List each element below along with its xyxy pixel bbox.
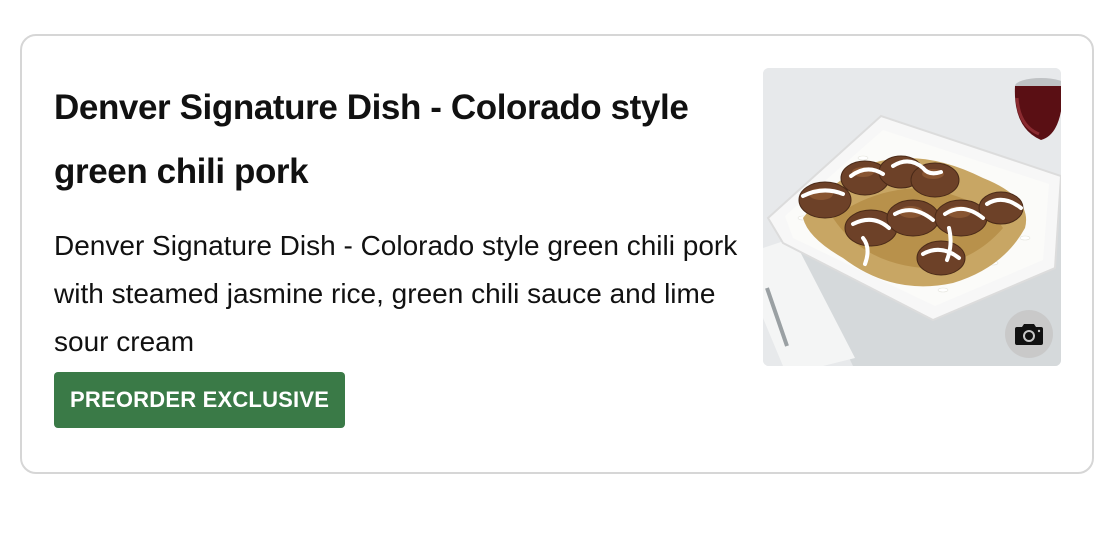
camera-icon [1015, 324, 1043, 345]
view-photos-button[interactable] [1005, 310, 1053, 358]
preorder-exclusive-badge: PREORDER EXCLUSIVE [54, 372, 346, 428]
menu-item-card[interactable]: Denver Signature Dish - Colorado style g… [20, 34, 1094, 474]
menu-item-photo[interactable] [763, 68, 1061, 366]
menu-item-title: Denver Signature Dish - Colorado style g… [54, 88, 689, 191]
menu-item-text: Denver Signature Dish - Colorado style g… [54, 76, 744, 366]
menu-item-description: Denver Signature Dish - Colorado style g… [54, 230, 738, 357]
